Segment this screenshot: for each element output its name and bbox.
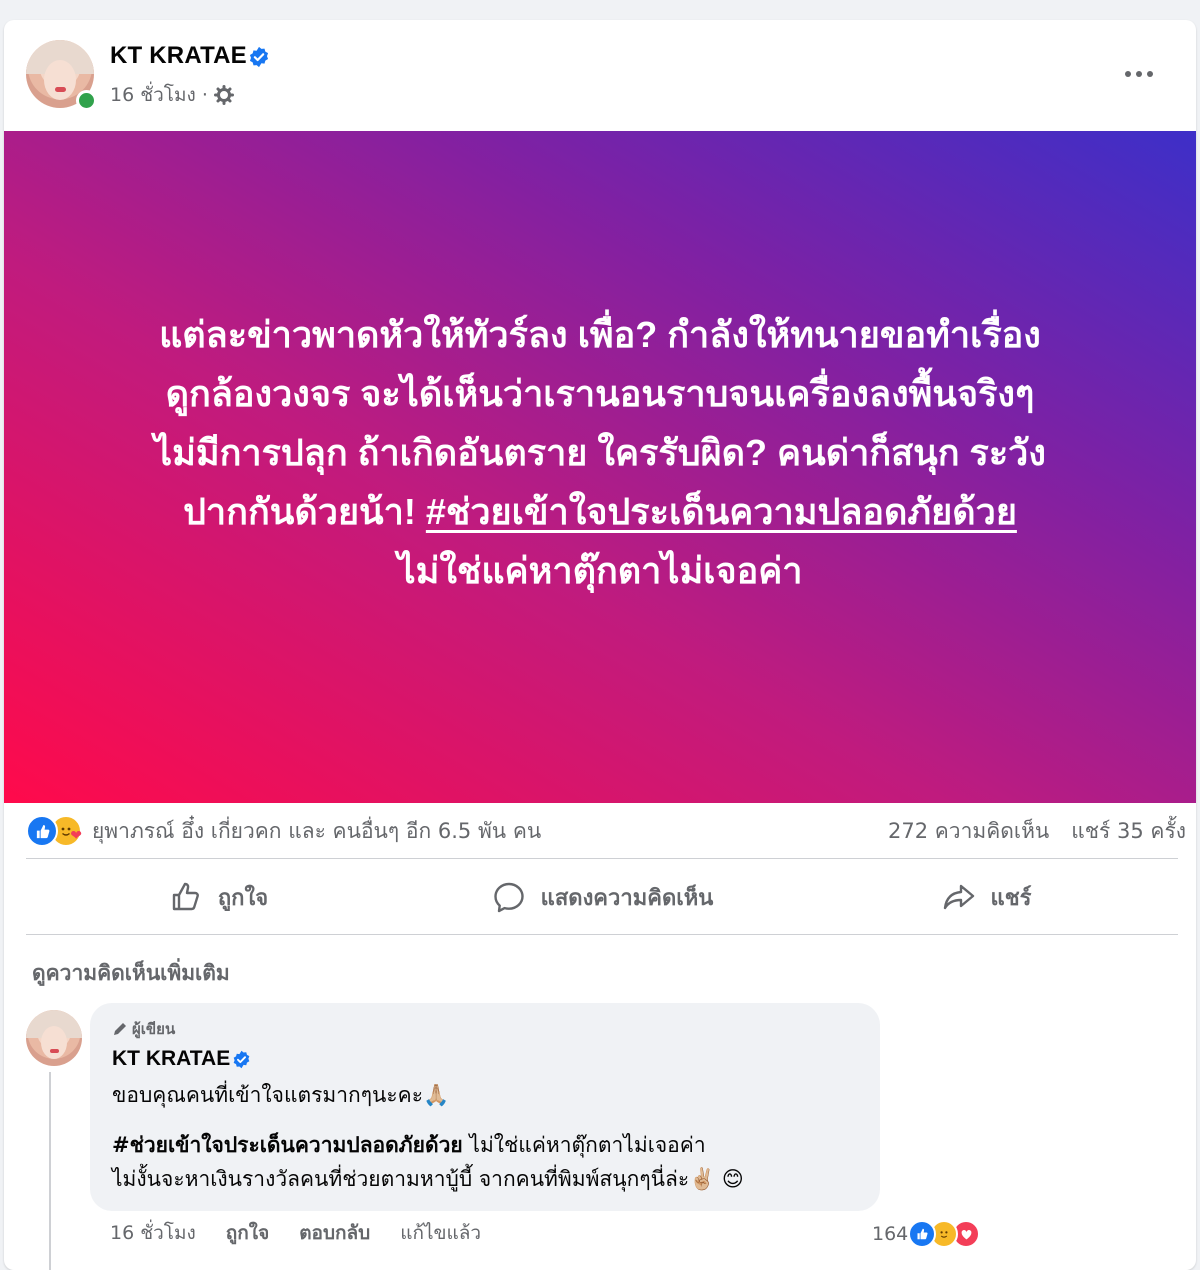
comment-button[interactable]: แสดงความคิดเห็น [410, 869, 794, 925]
comment-reactions[interactable]: 164 [872, 1220, 981, 1248]
commenter-name[interactable]: KT KRATAE [112, 1047, 230, 1071]
comment-text-line: ไม่งั้นจะหาเงินรางวัลคนที่ช่วยตามหาบู้บี… [112, 1167, 744, 1191]
share-icon [943, 884, 974, 910]
post-meta: 16 ชั่วโมง · [110, 80, 234, 110]
banner-line: ไม่ใช่แค่หาตุ๊กตาไม่เจอค่า [397, 549, 803, 591]
reaction-icons[interactable]: ❤ [26, 815, 82, 847]
globe-settings-icon[interactable] [213, 85, 234, 105]
see-more-comments-link[interactable]: ดูความคิดเห็นเพิ่มเติม [32, 957, 230, 990]
author-tag: ผู้เขียน [112, 1017, 175, 1041]
online-status-indicator [76, 90, 97, 111]
author-tag-label: ผู้เขียน [132, 1020, 176, 1038]
comment-edited-label[interactable]: แก้ไขแล้ว [400, 1218, 481, 1248]
banner-line: ไม่มีการปลุก ถ้าเกิดอันตราย ใครรับผิด? ค… [154, 431, 1046, 473]
like-reaction-icon [26, 815, 58, 847]
comment-bubble: ผู้เขียน KT KRATAE ขอบคุณคนที่เข้าใจแตรม… [90, 1003, 880, 1211]
comment-text-line: #ช่วยเข้าใจประเด็นความปลอดภัยด้วย ไม่ใช่… [112, 1129, 706, 1162]
comment-text-suffix: ไม่ใช่แค่หาตุ๊กตาไม่เจอค่า [462, 1133, 706, 1157]
comment-reply-button[interactable]: ตอบกลับ [299, 1218, 370, 1248]
post-actions: ถูกใจ แสดงความคิดเห็น แชร์ [26, 866, 1178, 928]
divider [26, 858, 1178, 859]
reactions-text[interactable]: ยุพาภรณ์ อึ๋ง เกี่ยวคก และ คนอื่นๆ อีก 6… [92, 815, 541, 848]
share-button[interactable]: แชร์ [794, 869, 1178, 925]
comment-footer: 16 ชั่วโมง ถูกใจ ตอบกลับ แก้ไขแล้ว [110, 1218, 481, 1248]
more-icon [1125, 71, 1131, 77]
post-card: KT KRATAE 16 ชั่วโมง · แต่ละข่าวพาดหัวให… [4, 20, 1196, 1270]
comment-reaction-count: 164 [872, 1223, 909, 1245]
like-reaction-icon [908, 1220, 937, 1248]
comments-count[interactable]: 272 ความคิดเห็น [888, 815, 1049, 848]
like-button[interactable]: ถูกใจ [26, 869, 410, 925]
comment-text-line: ขอบคุณคนที่เข้าใจแตรมากๆนะคะ🙏🏼 [112, 1083, 450, 1107]
like-icon [172, 882, 199, 911]
banner-line: แต่ละข่าวพาดหัวให้ทัวร์ลง เพื่อ? กำลังให… [159, 313, 1041, 355]
post-time[interactable]: 16 ชั่วโมง · [110, 80, 208, 110]
commenter-avatar[interactable] [26, 1010, 82, 1066]
comment-label: แสดงความคิดเห็น [540, 885, 714, 911]
author-name[interactable]: KT KRATAE [110, 42, 247, 70]
share-label: แชร์ [990, 885, 1032, 911]
verified-badge-icon [249, 46, 269, 68]
comment-time[interactable]: 16 ชั่วโมง [110, 1218, 196, 1248]
banner-line: ปากกันด้วยน้า! #ช่วยเข้าใจประเด็นความปลอ… [60, 482, 1140, 541]
shares-count[interactable]: แชร์ 35 ครั้ง [1071, 815, 1186, 848]
post-text-banner: แต่ละข่าวพาดหัวให้ทัวร์ลง เพื่อ? กำลังให… [4, 131, 1196, 803]
divider [26, 934, 1178, 935]
thread-line [49, 1072, 51, 1270]
pencil-icon [114, 1023, 126, 1035]
banner-text: แต่ละข่าวพาดหัวให้ทัวร์ลง เพื่อ? กำลังให… [60, 305, 1140, 600]
comment-icon [493, 882, 524, 913]
banner-line: ดูกล้องวงจร จะได้เห็นว่าเรานอนราบจนเครื่… [165, 372, 1035, 414]
reactions-summary: ❤ ยุพาภรณ์ อึ๋ง เกี่ยวคก และ คนอื่นๆ อีก… [26, 815, 1186, 847]
comment-hashtag-link[interactable]: #ช่วยเข้าใจประเด็นความปลอดภัยด้วย [112, 1133, 463, 1157]
more-options-button[interactable] [1114, 56, 1164, 92]
comment-like-button[interactable]: ถูกใจ [226, 1218, 269, 1248]
banner-hashtag-link[interactable]: #ช่วยเข้าใจประเด็นความปลอดภัยด้วย [426, 491, 1017, 532]
like-label: ถูกใจ [217, 885, 269, 911]
banner-line-prefix: ปากกันด้วยน้า! [183, 490, 426, 532]
verified-badge-icon [233, 1050, 250, 1069]
